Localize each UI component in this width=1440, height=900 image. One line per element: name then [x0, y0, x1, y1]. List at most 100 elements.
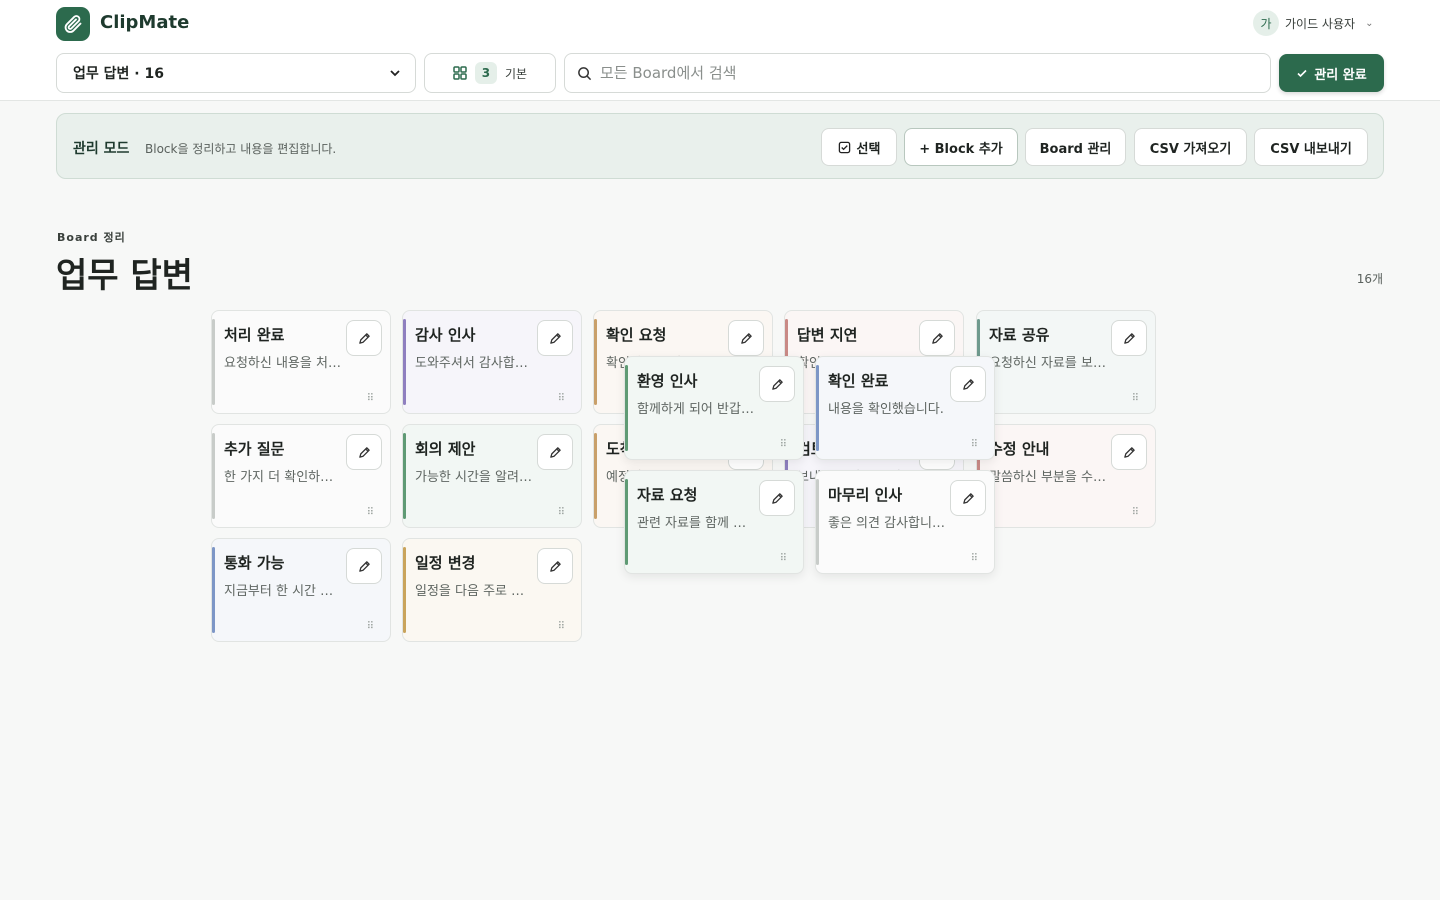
select-button[interactable]: 선택 [821, 128, 897, 166]
block-card[interactable]: 마무리 인사좋은 의견 감사합니다. ⠿ [815, 470, 995, 574]
pencil-icon [549, 560, 561, 572]
block-preview: 지금부터 한 시간 통화 가능합니다. [224, 584, 342, 599]
csv-import-button[interactable]: CSV 가져오기 [1134, 128, 1247, 166]
block-card[interactable]: 통화 가능지금부터 한 시간 통화 가능합니다. ⠿ [211, 538, 391, 642]
block-color-bar [403, 433, 406, 519]
edit-block-button[interactable] [537, 548, 573, 584]
block-preview: 관련 자료를 함께 보내주세요. [637, 516, 755, 531]
drag-handle-icon[interactable]: ⠿ [367, 507, 374, 518]
block-title: 처리 완료 [224, 326, 285, 344]
edit-block-button[interactable] [346, 434, 382, 470]
drag-handle-icon[interactable]: ⠿ [1132, 507, 1139, 518]
drag-handle-icon[interactable]: ⠿ [971, 553, 978, 564]
block-preview: 좋은 의견 감사합니다. [828, 516, 946, 531]
block-card[interactable]: 환영 인사함께하게 되어 반갑습니다. ⠿ [624, 356, 804, 460]
block-card[interactable]: 회의 제안가능한 시간을 알려주세요. ⠿ [402, 424, 582, 528]
block-title: 수정 안내 [989, 440, 1050, 458]
add-block-button[interactable]: + Block 추가 [904, 128, 1018, 166]
edit-block-button[interactable] [537, 434, 573, 470]
edit-block-button[interactable] [1111, 320, 1147, 356]
csv-import-label: CSV 가져오기 [1149, 141, 1232, 157]
grid-icon [453, 66, 467, 80]
edit-block-button[interactable] [728, 320, 764, 356]
block-color-bar [403, 547, 406, 633]
block-color-bar [212, 547, 215, 633]
block-card[interactable]: 일정 변경일정을 다음 주로 변경합니다. ⠿ [402, 538, 582, 642]
edit-block-button[interactable] [537, 320, 573, 356]
block-color-bar [594, 433, 597, 519]
edit-block-button[interactable] [1111, 434, 1147, 470]
check-icon [1297, 69, 1307, 78]
pencil-icon [358, 560, 370, 572]
block-card[interactable]: 자료 요청관련 자료를 함께 보내주세요. ⠿ [624, 470, 804, 574]
view-mode-button[interactable]: 3 기본 [424, 53, 556, 93]
drag-handle-icon[interactable]: ⠿ [367, 393, 374, 404]
block-card[interactable]: 처리 완료요청하신 내용을 처리했습니다. ⠿ [211, 310, 391, 414]
app-logo[interactable] [56, 7, 90, 41]
block-color-bar [212, 433, 215, 519]
paperclip-icon [64, 15, 82, 33]
edit-block-button[interactable] [950, 366, 986, 402]
chevron-down-icon: ⌄ [1365, 17, 1374, 29]
user-name: 가이드 사용자 [1285, 16, 1356, 31]
manage-done-label: 관리 완료 [1314, 67, 1367, 83]
block-color-bar [625, 479, 628, 565]
edit-block-button[interactable] [759, 480, 795, 516]
manage-done-button[interactable]: 관리 완료 [1279, 54, 1384, 92]
app-header: ClipMate 가 가이드 사용자 ⌄ 업무 답변 · 16 3 기본 관리 … [0, 0, 1440, 101]
block-color-bar [625, 365, 628, 451]
block-title: 자료 요청 [637, 486, 698, 504]
block-card[interactable]: 추가 질문한 가지 더 확인하고 싶습니다. ⠿ [211, 424, 391, 528]
block-preview: 말씀하신 부분을 수정했습니다. [989, 470, 1107, 485]
drag-handle-icon[interactable]: ⠿ [1132, 393, 1139, 404]
drag-handle-icon[interactable]: ⠿ [558, 621, 565, 632]
drag-handle-icon[interactable]: ⠿ [558, 507, 565, 518]
block-card[interactable]: 자료 공유요청하신 자료를 보내드립니다. ⠿ [976, 310, 1156, 414]
block-title: 답변 지연 [797, 326, 858, 344]
drag-handle-icon[interactable]: ⠿ [367, 621, 374, 632]
app-name: ClipMate [100, 12, 190, 33]
drag-handle-icon[interactable]: ⠿ [558, 393, 565, 404]
pencil-icon [962, 492, 974, 504]
block-card[interactable]: 감사 인사도와주셔서 감사합니다. ⠿ [402, 310, 582, 414]
drag-handle-icon[interactable]: ⠿ [780, 439, 787, 450]
pencil-icon [1123, 446, 1135, 458]
block-title: 감사 인사 [415, 326, 476, 344]
board-manage-button[interactable]: Board 관리 [1025, 128, 1126, 166]
user-menu[interactable]: 가 가이드 사용자 ⌄ [1253, 10, 1373, 36]
block-preview: 요청하신 내용을 처리했습니다. [224, 356, 342, 371]
block-title: 확인 요청 [606, 326, 667, 344]
pencil-icon [771, 492, 783, 504]
csv-export-button[interactable]: CSV 내보내기 [1254, 128, 1368, 166]
board-select[interactable]: 업무 답변 · 16 [56, 53, 416, 93]
edit-block-button[interactable] [759, 366, 795, 402]
block-color-bar [816, 479, 819, 565]
avatar: 가 [1253, 10, 1279, 36]
search-icon [578, 66, 592, 80]
search-box [564, 53, 1271, 93]
block-preview: 도와주셔서 감사합니다. [415, 356, 533, 371]
block-title: 자료 공유 [989, 326, 1050, 344]
search-input[interactable] [600, 64, 1240, 82]
edit-block-button[interactable] [346, 320, 382, 356]
pencil-icon [771, 378, 783, 390]
view-mode-label: 기본 [504, 66, 528, 81]
block-card[interactable]: 수정 안내말씀하신 부분을 수정했습니다. ⠿ [976, 424, 1156, 528]
pencil-icon [549, 446, 561, 458]
block-color-bar [594, 319, 597, 405]
edit-block-button[interactable] [950, 480, 986, 516]
block-preview: 일정을 다음 주로 변경합니다. [415, 584, 533, 599]
section-eyebrow: Board 정리 [57, 231, 126, 244]
pencil-icon [931, 332, 943, 344]
pencil-icon [549, 332, 561, 344]
block-title: 마무리 인사 [828, 486, 903, 504]
block-card[interactable]: 확인 완료 내용을 확인했습니다. ⠿ [815, 356, 995, 460]
block-title: 환영 인사 [637, 372, 698, 390]
edit-block-button[interactable] [919, 320, 955, 356]
block-color-bar [816, 365, 819, 451]
drag-handle-icon[interactable]: ⠿ [971, 439, 978, 450]
pencil-icon [962, 378, 974, 390]
manage-mode-bar: 관리 모드 Block을 정리하고 내용을 편집합니다. 선택 + Block … [56, 113, 1384, 179]
edit-block-button[interactable] [346, 548, 382, 584]
drag-handle-icon[interactable]: ⠿ [780, 553, 787, 564]
